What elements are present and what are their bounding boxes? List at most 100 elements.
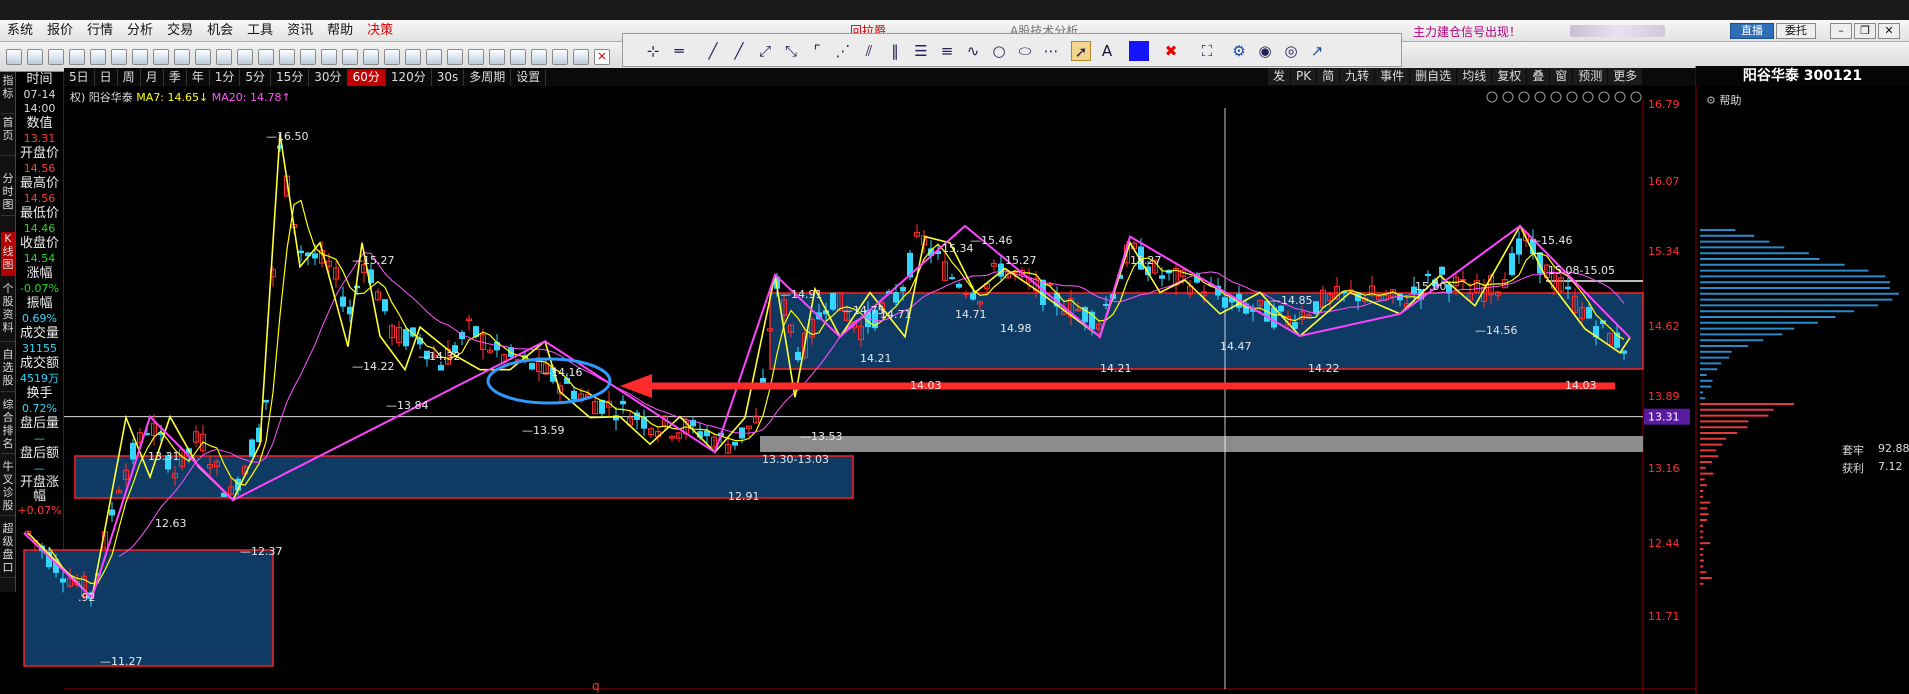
candle-body-135 [970, 292, 976, 300]
candle-body-110 [795, 351, 801, 361]
candle-body-34 [263, 399, 269, 403]
price-annotation-18: 15.27 [1005, 254, 1037, 267]
candle-body-115 [830, 292, 836, 310]
legend-ma7: MA7: 14.65 [136, 91, 200, 104]
price-annotation-16: —15.46 [970, 234, 1013, 247]
y-axis-tick-0: 16.79 [1648, 98, 1680, 111]
price-annotation-15: 14.21 [860, 352, 892, 365]
candle-body-78 [571, 390, 577, 400]
y-axis-tick-4: 13.89 [1648, 390, 1680, 403]
candle-body-184 [1313, 301, 1319, 314]
price-annotation-3: —13.84 [386, 399, 429, 412]
price-annotation-26: 15.00 [1415, 280, 1447, 293]
gray-band [760, 436, 1643, 452]
profit-label: 获利 [1842, 462, 1864, 475]
candle-body-124 [893, 292, 899, 303]
bottom-marker: q [592, 679, 600, 693]
price-annotation-27: —14.56 [1475, 324, 1518, 337]
y-axis-tick-2: 15.34 [1648, 245, 1680, 258]
legend-ma20-arrow: ↑ [281, 91, 291, 104]
candle-body-85 [620, 400, 626, 405]
help-link[interactable]: ⚙ 帮助 [1706, 92, 1741, 108]
trapped-value: 92.88 [1878, 442, 1909, 455]
candle-body-45 [340, 296, 346, 307]
candle-body-212 [1509, 253, 1515, 275]
price-annotation-19: 14.71 [955, 308, 987, 321]
candle-body-51 [382, 299, 388, 312]
eye-icon-2[interactable] [1534, 91, 1546, 103]
price-annotation-11: .92 [78, 591, 96, 604]
y-axis-tick-1: 16.07 [1648, 175, 1680, 188]
candle-body-200 [1425, 273, 1431, 277]
candle-body-183 [1306, 314, 1312, 317]
price-annotation-14: 14.71 [880, 308, 912, 321]
price-annotation-8: 12.63 [155, 517, 187, 530]
candle-body-12 [109, 509, 115, 516]
lock-icon[interactable] [1566, 91, 1578, 103]
price-annotation-32: 13.30-13.03 [762, 453, 829, 466]
candle-body-132 [949, 277, 955, 280]
zoom-in-icon[interactable] [1614, 91, 1626, 103]
candle-body-15 [130, 442, 136, 460]
candle-body-202 [1439, 266, 1445, 275]
price-annotation-33: 12.91 [728, 490, 760, 503]
price-annotation-10: —11.27 [100, 655, 143, 668]
candle-body-41 [312, 253, 318, 259]
candle-body-54 [403, 329, 409, 347]
candle-body-133 [956, 283, 962, 288]
price-annotation-20: 14.98 [1000, 322, 1032, 335]
y-axis-tick-5: 13.16 [1648, 462, 1680, 475]
hand-icon[interactable] [1582, 91, 1594, 103]
candle-body-97 [704, 430, 710, 437]
price-annotation-29: 15.08-15.05 [1548, 264, 1615, 277]
price-annotation-1: —15.27 [352, 254, 395, 267]
candle-body-134 [963, 292, 969, 295]
y-axis-tick-7: 11.71 [1648, 610, 1680, 623]
chart-setting-icon[interactable] [1486, 91, 1498, 103]
price-annotation-4: —14.32 [418, 350, 461, 363]
candle-body-82 [599, 399, 605, 414]
price-annotation-28: —15.46 [1530, 234, 1573, 247]
trash-icon[interactable] [1550, 91, 1562, 103]
price-annotation-30: 14.03 [1565, 379, 1597, 392]
price-annotation-6: —13.59 [522, 424, 565, 437]
price-annotation-7: 13.31 [148, 450, 180, 463]
magnet-icon[interactable] [1598, 91, 1610, 103]
candle-body-228 [1621, 350, 1627, 354]
pen-icon[interactable] [1502, 91, 1514, 103]
crosshair-price-label: 13.31 [1648, 411, 1680, 424]
price-annotation-9: —12.37 [240, 545, 283, 558]
price-annotation-5: —14.16 [540, 366, 583, 379]
circle-icon-2[interactable] [1518, 91, 1530, 103]
legend-ma20: MA20: 14.78 [211, 91, 282, 104]
ma7-line [48, 199, 1625, 585]
price-annotation-25: 14.22 [1308, 362, 1340, 375]
trapped-label: 套牢 [1842, 444, 1864, 457]
price-annotation-34: 14.03 [910, 379, 942, 392]
candle-body-213 [1516, 238, 1522, 255]
candle-body-125 [900, 287, 906, 292]
price-annotation-24: 14.47 [1220, 340, 1252, 353]
ma-legend: 权) 阳谷华泰 MA7: 14.65↓ MA20: 14.78↑ [70, 89, 291, 105]
candle-body-178 [1271, 307, 1277, 328]
candle-body-32 [249, 439, 255, 457]
price-annotation-23: —14.85 [1270, 294, 1313, 307]
price-annotation-31: —13.53 [800, 430, 843, 443]
price-annotation-21: 14.21 [1100, 362, 1132, 375]
y-axis-tick-6: 12.44 [1648, 537, 1680, 550]
y-axis-tick-3: 14.62 [1648, 320, 1680, 333]
help-label: 帮助 [1719, 94, 1742, 107]
candle-body-101 [732, 441, 738, 446]
candle-body-162 [1159, 275, 1165, 279]
candle-body-223 [1586, 306, 1592, 319]
candle-body-105 [760, 377, 766, 384]
legend-stock-name: 阳谷华泰 [88, 91, 133, 104]
price-annotation-2: —14.22 [352, 360, 395, 373]
price-annotation-13: —14.75 [842, 304, 885, 317]
price-annotation-22: 15.27 [1130, 254, 1162, 267]
magenta-pattern-line [23, 224, 1631, 600]
zoom-out-icon[interactable] [1630, 91, 1642, 103]
price-annotation-17: 15.34 [942, 242, 974, 255]
candle-body-220 [1565, 286, 1571, 290]
candle-body-154 [1103, 303, 1109, 306]
